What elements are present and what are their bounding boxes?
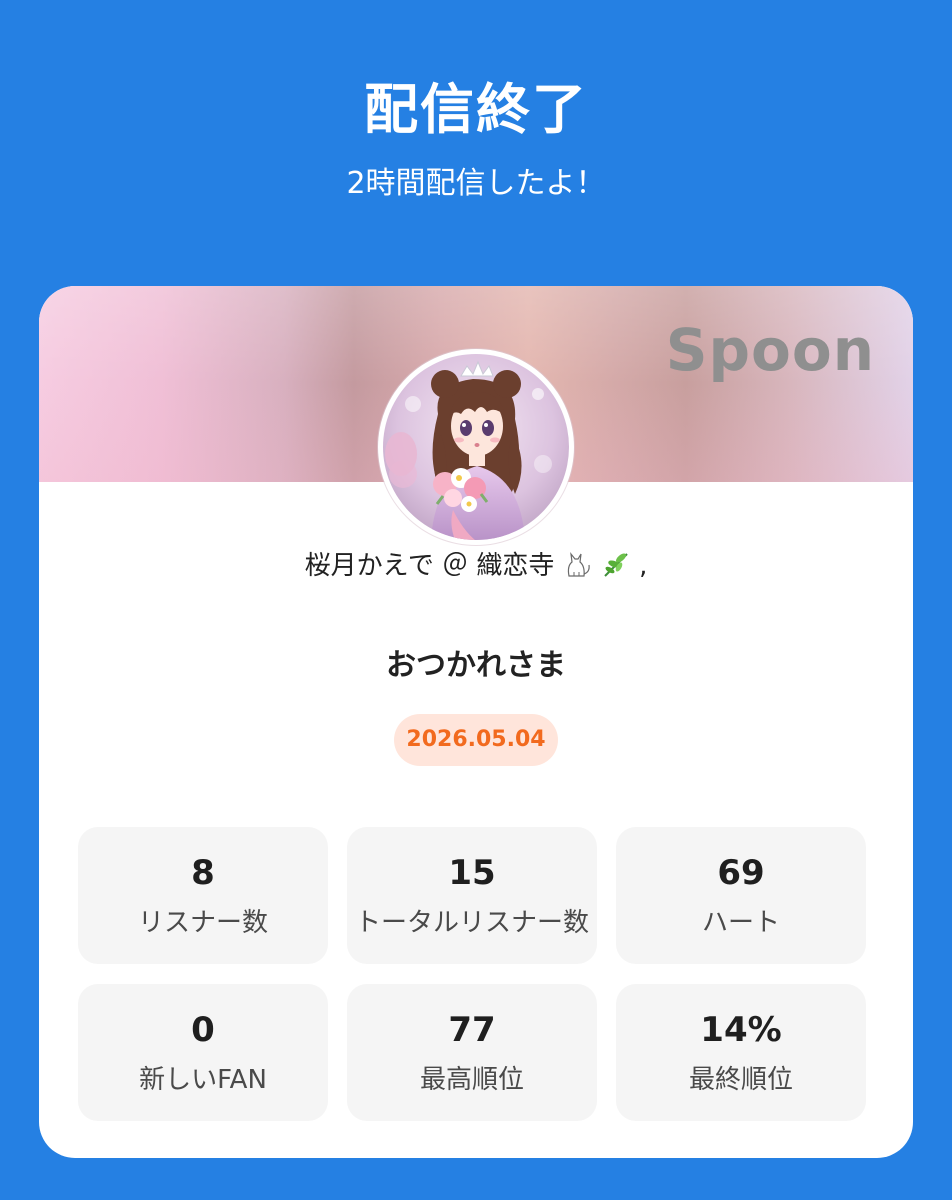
summary-card: Spoon 桜月かえで ＠ 織恋寺 , おつかれさま 2026.05.04 8 … — [39, 286, 913, 1158]
stat-label: 最終順位 — [688, 1065, 793, 1095]
spoon-logo: Spoon — [665, 316, 875, 384]
stat-value: 15 — [448, 853, 496, 893]
stat-value: 0 — [191, 1010, 215, 1050]
cat-icon — [567, 551, 590, 577]
user-name-text: 桜月かえで ＠ 織恋寺 — [304, 551, 555, 581]
stat-label: トータルリスナー数 — [354, 908, 589, 938]
page-title: 配信終了 — [364, 78, 588, 141]
stat-tile-total-listeners: 15 トータルリスナー数 — [347, 827, 597, 964]
stat-tile-final-rank: 14% 最終順位 — [616, 984, 866, 1121]
stat-value: 77 — [448, 1010, 496, 1050]
stat-label: 新しいFAN — [139, 1065, 267, 1095]
profile-avatar-icon — [383, 354, 569, 540]
user-name: 桜月かえで ＠ 織恋寺 , — [39, 548, 913, 584]
avatar[interactable] — [378, 349, 574, 545]
stat-label: リスナー数 — [137, 908, 268, 938]
user-name-suffix: , — [639, 551, 648, 581]
page-subtitle: 2時間配信したよ！ — [346, 166, 606, 201]
stat-tile-hearts: 69 ハート — [616, 827, 866, 964]
stat-tile-listeners: 8 リスナー数 — [78, 827, 328, 964]
stat-label: ハート — [701, 908, 780, 938]
date-badge: 2026.05.04 — [394, 714, 558, 766]
stat-tile-highest-rank: 77 最高順位 — [347, 984, 597, 1121]
herb-icon — [604, 553, 628, 577]
stat-value: 69 — [717, 853, 765, 893]
stat-value: 8 — [191, 853, 215, 893]
stat-tile-new-fans: 0 新しいFAN — [78, 984, 328, 1121]
stat-value: 14% — [700, 1010, 782, 1050]
stat-label: 最高順位 — [419, 1065, 524, 1095]
farewell-message: おつかれさま — [386, 648, 566, 683]
